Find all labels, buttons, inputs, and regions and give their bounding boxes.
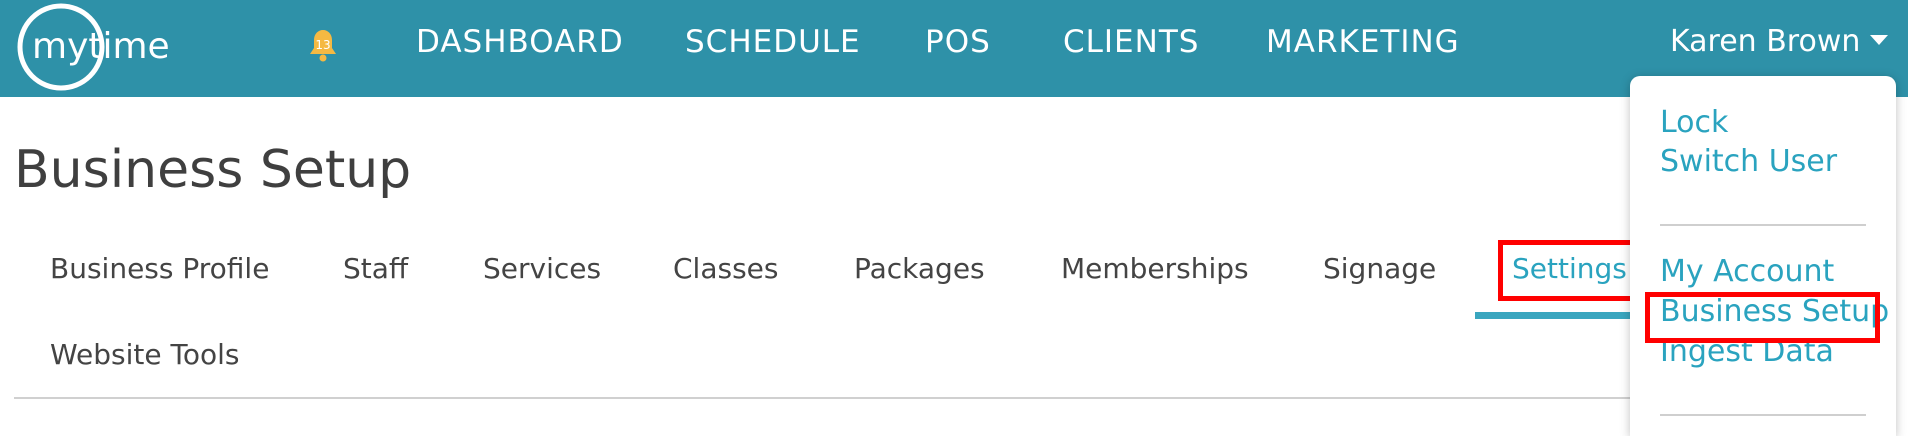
nav-clients[interactable]: CLIENTS [1063,24,1199,60]
tab-website-tools[interactable]: Website Tools [50,338,240,371]
menu-item-switch-user[interactable]: Switch User [1660,144,1837,179]
nav-dashboard[interactable]: DASHBOARD [416,24,624,60]
user-name: Karen Brown [1670,24,1861,59]
tab-memberships[interactable]: Memberships [1061,252,1249,285]
nav-pos[interactable]: POS [925,24,991,60]
menu-divider [1660,414,1866,416]
menu-item-my-account[interactable]: My Account [1660,254,1834,289]
tab-signage[interactable]: Signage [1323,252,1436,285]
menu-divider [1660,224,1866,226]
notification-count: 13 [315,38,330,52]
active-tab-indicator [1475,312,1635,319]
tabs-divider [14,397,1634,399]
settings-tab-highlight [1498,240,1635,301]
notifications-bell-icon[interactable]: 13 [308,28,338,62]
nav-schedule[interactable]: SCHEDULE [685,24,861,60]
tab-staff[interactable]: Staff [343,252,408,285]
tab-classes[interactable]: Classes [673,252,778,285]
logo-text: mytime [32,26,170,67]
user-dropdown-menu: Lock Switch User My Account Business Set… [1630,76,1896,436]
menu-item-lock[interactable]: Lock [1660,105,1728,140]
top-nav-bar: mytime 13 DASHBOARD SCHEDULE POS CLIENTS… [0,0,1908,97]
mytime-logo[interactable]: mytime [16,2,226,92]
page-title: Business Setup [14,140,412,200]
tab-packages[interactable]: Packages [854,252,985,285]
tab-business-profile[interactable]: Business Profile [50,252,269,285]
nav-marketing[interactable]: MARKETING [1266,24,1460,60]
user-menu-toggle[interactable]: Karen Brown [1670,24,1889,59]
caret-down-icon [1870,34,1889,45]
business-setup-highlight [1645,292,1880,343]
tab-services[interactable]: Services [483,252,601,285]
